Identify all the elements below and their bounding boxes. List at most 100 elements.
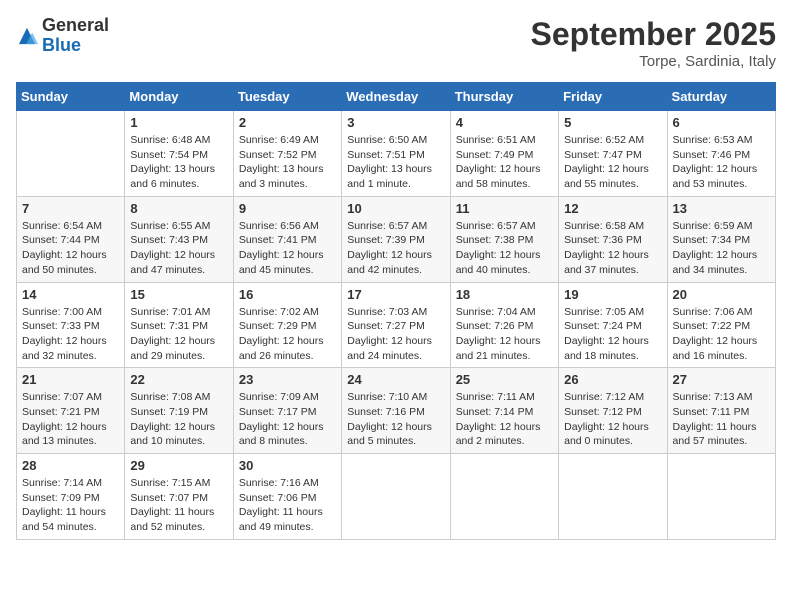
daylight-text: Daylight: 12 hours and 37 minutes. [564, 249, 649, 276]
day-number: 9 [239, 201, 336, 216]
daylight-text: Daylight: 12 hours and 55 minutes. [564, 163, 649, 190]
calendar-cell: 13 Sunrise: 6:59 AM Sunset: 7:34 PM Dayl… [667, 196, 775, 282]
calendar-cell: 30 Sunrise: 7:16 AM Sunset: 7:06 PM Dayl… [233, 454, 341, 540]
daylight-text: Daylight: 11 hours and 52 minutes. [130, 506, 214, 533]
calendar-cell: 9 Sunrise: 6:56 AM Sunset: 7:41 PM Dayli… [233, 196, 341, 282]
day-number: 23 [239, 372, 336, 387]
daylight-text: Daylight: 12 hours and 8 minutes. [239, 421, 324, 448]
day-number: 4 [456, 115, 553, 130]
daylight-text: Daylight: 11 hours and 49 minutes. [239, 506, 323, 533]
daylight-text: Daylight: 11 hours and 57 minutes. [673, 421, 757, 448]
daylight-text: Daylight: 12 hours and 2 minutes. [456, 421, 541, 448]
day-info: Sunrise: 7:08 AM Sunset: 7:19 PM Dayligh… [130, 390, 227, 449]
sunset-text: Sunset: 7:26 PM [456, 320, 534, 332]
calendar-cell: 10 Sunrise: 6:57 AM Sunset: 7:39 PM Dayl… [342, 196, 450, 282]
sunset-text: Sunset: 7:29 PM [239, 320, 317, 332]
daylight-text: Daylight: 13 hours and 3 minutes. [239, 163, 324, 190]
calendar-cell: 22 Sunrise: 7:08 AM Sunset: 7:19 PM Dayl… [125, 368, 233, 454]
calendar-cell: 21 Sunrise: 7:07 AM Sunset: 7:21 PM Dayl… [17, 368, 125, 454]
day-number: 8 [130, 201, 227, 216]
day-info: Sunrise: 7:06 AM Sunset: 7:22 PM Dayligh… [673, 305, 770, 364]
day-number: 5 [564, 115, 661, 130]
day-info: Sunrise: 7:04 AM Sunset: 7:26 PM Dayligh… [456, 305, 553, 364]
logo: General Blue [16, 16, 109, 56]
daylight-text: Daylight: 11 hours and 54 minutes. [22, 506, 106, 533]
sunset-text: Sunset: 7:09 PM [22, 492, 100, 504]
day-number: 29 [130, 458, 227, 473]
sunset-text: Sunset: 7:33 PM [22, 320, 100, 332]
calendar-cell: 6 Sunrise: 6:53 AM Sunset: 7:46 PM Dayli… [667, 111, 775, 197]
day-info: Sunrise: 7:14 AM Sunset: 7:09 PM Dayligh… [22, 476, 119, 535]
day-number: 16 [239, 287, 336, 302]
day-info: Sunrise: 7:12 AM Sunset: 7:12 PM Dayligh… [564, 390, 661, 449]
calendar-cell [450, 454, 558, 540]
day-info: Sunrise: 7:02 AM Sunset: 7:29 PM Dayligh… [239, 305, 336, 364]
sunset-text: Sunset: 7:16 PM [347, 406, 425, 418]
day-info: Sunrise: 7:11 AM Sunset: 7:14 PM Dayligh… [456, 390, 553, 449]
sunrise-text: Sunrise: 6:54 AM [22, 220, 102, 232]
daylight-text: Daylight: 12 hours and 16 minutes. [673, 335, 758, 362]
day-number: 27 [673, 372, 770, 387]
weekday-header-friday: Friday [559, 83, 667, 111]
calendar-cell: 18 Sunrise: 7:04 AM Sunset: 7:26 PM Dayl… [450, 282, 558, 368]
calendar-cell: 2 Sunrise: 6:49 AM Sunset: 7:52 PM Dayli… [233, 111, 341, 197]
day-info: Sunrise: 6:56 AM Sunset: 7:41 PM Dayligh… [239, 219, 336, 278]
daylight-text: Daylight: 12 hours and 0 minutes. [564, 421, 649, 448]
sunset-text: Sunset: 7:39 PM [347, 234, 425, 246]
calendar-week-row: 1 Sunrise: 6:48 AM Sunset: 7:54 PM Dayli… [17, 111, 776, 197]
weekday-header-monday: Monday [125, 83, 233, 111]
month-title: September 2025 [531, 16, 776, 53]
sunrise-text: Sunrise: 6:55 AM [130, 220, 210, 232]
daylight-text: Daylight: 12 hours and 29 minutes. [130, 335, 215, 362]
calendar-week-row: 7 Sunrise: 6:54 AM Sunset: 7:44 PM Dayli… [17, 196, 776, 282]
calendar-cell: 5 Sunrise: 6:52 AM Sunset: 7:47 PM Dayli… [559, 111, 667, 197]
sunset-text: Sunset: 7:22 PM [673, 320, 751, 332]
day-number: 26 [564, 372, 661, 387]
calendar-cell: 4 Sunrise: 6:51 AM Sunset: 7:49 PM Dayli… [450, 111, 558, 197]
weekday-header-row: SundayMondayTuesdayWednesdayThursdayFrid… [17, 83, 776, 111]
sunrise-text: Sunrise: 7:05 AM [564, 306, 644, 318]
sunset-text: Sunset: 7:38 PM [456, 234, 534, 246]
sunset-text: Sunset: 7:31 PM [130, 320, 208, 332]
page-header: General Blue September 2025 Torpe, Sardi… [16, 16, 776, 70]
calendar-cell: 14 Sunrise: 7:00 AM Sunset: 7:33 PM Dayl… [17, 282, 125, 368]
weekday-header-tuesday: Tuesday [233, 83, 341, 111]
calendar-cell: 16 Sunrise: 7:02 AM Sunset: 7:29 PM Dayl… [233, 282, 341, 368]
sunrise-text: Sunrise: 7:08 AM [130, 391, 210, 403]
sunrise-text: Sunrise: 6:52 AM [564, 134, 644, 146]
day-info: Sunrise: 7:03 AM Sunset: 7:27 PM Dayligh… [347, 305, 444, 364]
sunset-text: Sunset: 7:49 PM [456, 149, 534, 161]
day-number: 28 [22, 458, 119, 473]
sunset-text: Sunset: 7:27 PM [347, 320, 425, 332]
calendar-cell [342, 454, 450, 540]
daylight-text: Daylight: 12 hours and 10 minutes. [130, 421, 215, 448]
sunset-text: Sunset: 7:44 PM [22, 234, 100, 246]
calendar-cell: 27 Sunrise: 7:13 AM Sunset: 7:11 PM Dayl… [667, 368, 775, 454]
day-number: 2 [239, 115, 336, 130]
day-number: 17 [347, 287, 444, 302]
day-number: 13 [673, 201, 770, 216]
daylight-text: Daylight: 12 hours and 53 minutes. [673, 163, 758, 190]
day-info: Sunrise: 6:58 AM Sunset: 7:36 PM Dayligh… [564, 219, 661, 278]
day-number: 10 [347, 201, 444, 216]
sunrise-text: Sunrise: 6:58 AM [564, 220, 644, 232]
calendar-cell [559, 454, 667, 540]
day-info: Sunrise: 6:50 AM Sunset: 7:51 PM Dayligh… [347, 133, 444, 192]
daylight-text: Daylight: 12 hours and 40 minutes. [456, 249, 541, 276]
sunset-text: Sunset: 7:19 PM [130, 406, 208, 418]
day-info: Sunrise: 7:13 AM Sunset: 7:11 PM Dayligh… [673, 390, 770, 449]
calendar-cell: 29 Sunrise: 7:15 AM Sunset: 7:07 PM Dayl… [125, 454, 233, 540]
sunrise-text: Sunrise: 7:12 AM [564, 391, 644, 403]
day-number: 11 [456, 201, 553, 216]
daylight-text: Daylight: 12 hours and 50 minutes. [22, 249, 107, 276]
logo-general: General [42, 16, 109, 36]
calendar-cell: 20 Sunrise: 7:06 AM Sunset: 7:22 PM Dayl… [667, 282, 775, 368]
sunrise-text: Sunrise: 6:51 AM [456, 134, 536, 146]
calendar-cell [17, 111, 125, 197]
daylight-text: Daylight: 12 hours and 24 minutes. [347, 335, 432, 362]
daylight-text: Daylight: 13 hours and 1 minute. [347, 163, 432, 190]
sunset-text: Sunset: 7:43 PM [130, 234, 208, 246]
day-info: Sunrise: 6:48 AM Sunset: 7:54 PM Dayligh… [130, 133, 227, 192]
sunrise-text: Sunrise: 7:14 AM [22, 477, 102, 489]
day-number: 18 [456, 287, 553, 302]
